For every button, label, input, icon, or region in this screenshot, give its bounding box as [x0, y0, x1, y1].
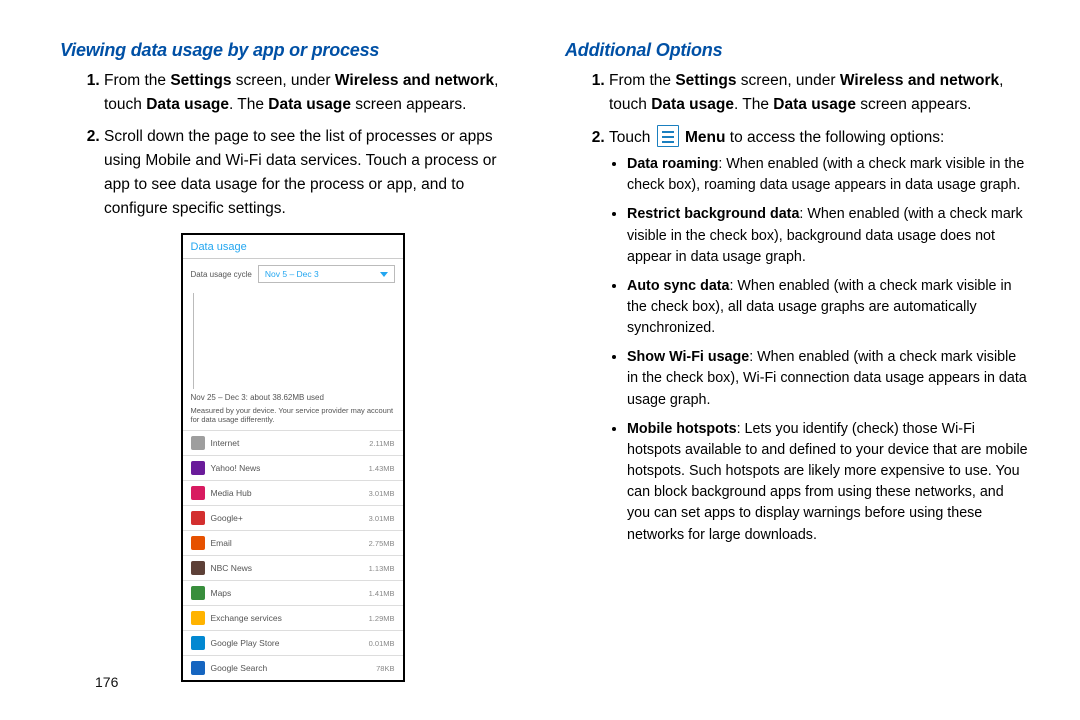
options-list: Data roaming: When enabled (with a check… [609, 154, 1030, 546]
app-size: 1.43MB [369, 464, 395, 473]
menu-icon [657, 125, 679, 147]
app-name: Maps [211, 588, 363, 598]
app-name: Exchange services [211, 613, 363, 623]
app-size: 1.41MB [369, 589, 395, 598]
app-name: Email [211, 538, 363, 548]
app-row[interactable]: Google Search 78KB [183, 655, 403, 680]
right-column: Additional Options From the Settings scr… [565, 40, 1030, 682]
right-step-2: Touch Menu to access the following optio… [609, 125, 1030, 546]
right-step-1: From the Settings screen, under Wireless… [609, 69, 1030, 117]
app-icon [191, 561, 205, 575]
app-name: Google+ [211, 513, 363, 523]
app-icon [191, 661, 205, 675]
app-name: Yahoo! News [211, 463, 363, 473]
chart-used-line: Nov 25 – Dec 3: about 38.62MB used [191, 393, 395, 403]
left-column: Viewing data usage by app or process Fro… [60, 40, 525, 682]
left-heading: Viewing data usage by app or process [60, 40, 525, 61]
app-name: Google Search [211, 663, 371, 673]
chevron-down-icon [380, 272, 388, 277]
app-icon [191, 586, 205, 600]
option-item: Restrict background data: When enabled (… [627, 204, 1030, 267]
app-name: Media Hub [211, 488, 363, 498]
data-usage-screenshot: Data usage Data usage cycle Nov 5 – Dec … [181, 233, 405, 682]
app-row[interactable]: Media Hub 3.01MB [183, 480, 403, 505]
app-icon [191, 511, 205, 525]
app-row[interactable]: Exchange services 1.29MB [183, 605, 403, 630]
right-heading: Additional Options [565, 40, 1030, 61]
left-steps: From the Settings screen, under Wireless… [60, 69, 525, 221]
app-icon [191, 536, 205, 550]
app-row[interactable]: Email 2.75MB [183, 530, 403, 555]
app-size: 2.11MB [369, 439, 394, 448]
phone-chart: Nov 25 – Dec 3: about 38.62MB used Measu… [183, 289, 403, 430]
option-item: Auto sync data: When enabled (with a che… [627, 276, 1030, 339]
cycle-row: Data usage cycle Nov 5 – Dec 3 [183, 259, 403, 289]
left-step-1: From the Settings screen, under Wireless… [104, 69, 525, 117]
app-size: 0.01MB [369, 639, 395, 648]
app-name: Internet [211, 438, 364, 448]
phone-title: Data usage [183, 235, 403, 258]
right-steps: From the Settings screen, under Wireless… [565, 69, 1030, 546]
app-list: Internet 2.11MB Yahoo! News 1.43MB Media Hub… [183, 430, 403, 680]
app-size: 3.01MB [369, 489, 395, 498]
option-item: Data roaming: When enabled (with a check… [627, 154, 1030, 196]
app-row[interactable]: Google Play Store 0.01MB [183, 630, 403, 655]
cycle-label: Data usage cycle [191, 270, 252, 280]
app-row[interactable]: Internet 2.11MB [183, 430, 403, 455]
page-number: 176 [95, 674, 118, 690]
app-size: 1.29MB [369, 614, 395, 623]
app-row[interactable]: NBC News 1.13MB [183, 555, 403, 580]
option-item: Mobile hotspots: Lets you identify (chec… [627, 419, 1030, 546]
app-size: 2.75MB [369, 539, 395, 548]
left-step-2: Scroll down the page to see the list of … [104, 125, 525, 221]
app-size: 3.01MB [369, 514, 395, 523]
app-icon [191, 636, 205, 650]
app-row[interactable]: Maps 1.41MB [183, 580, 403, 605]
app-size: 1.13MB [369, 564, 395, 573]
chart-disclaimer: Measured by your device. Your service pr… [191, 406, 395, 424]
app-icon [191, 461, 205, 475]
app-name: Google Play Store [211, 638, 363, 648]
app-icon [191, 486, 205, 500]
app-row[interactable]: Yahoo! News 1.43MB [183, 455, 403, 480]
app-row[interactable]: Google+ 3.01MB [183, 505, 403, 530]
app-icon [191, 436, 205, 450]
app-size: 78KB [376, 664, 394, 673]
cycle-dropdown[interactable]: Nov 5 – Dec 3 [258, 265, 395, 283]
app-name: NBC News [211, 563, 363, 573]
option-item: Show Wi-Fi usage: When enabled (with a c… [627, 347, 1030, 410]
app-icon [191, 611, 205, 625]
